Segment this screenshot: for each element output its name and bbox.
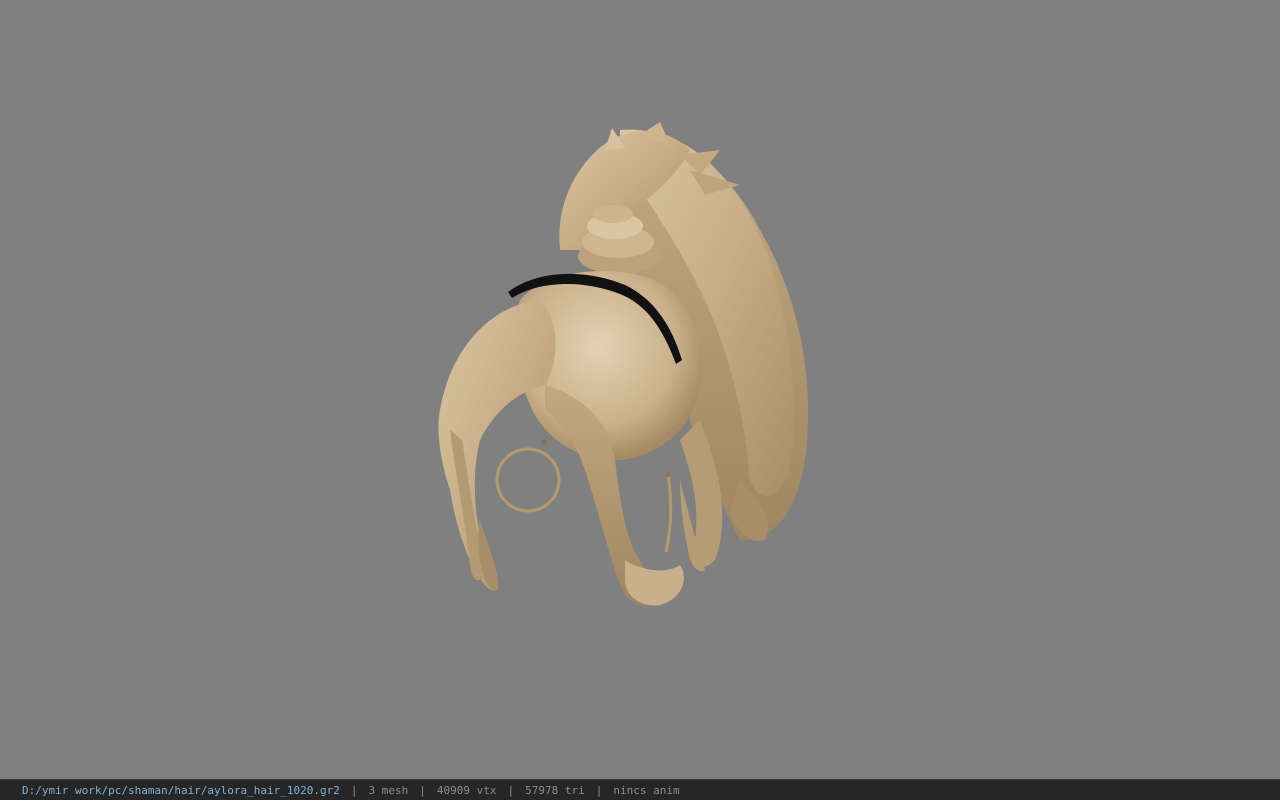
left-side-hair [438,300,556,591]
triangle-count: 57978 tri [525,783,585,797]
status-bar: D:/ymir work/pc/shaman/hair/aylora_hair_… [0,779,1280,800]
earring-right [664,472,673,553]
mesh-count: 3 mesh [368,783,409,797]
separator: | [350,783,358,797]
hair-model-render [438,122,808,606]
separator: | [419,783,426,797]
earring-left [495,447,561,513]
file-path: D:/ymir work/pc/shaman/hair/aylora_hair_… [22,783,340,797]
vertex-count: 40909 vtx [436,783,497,797]
separator: | [595,783,603,797]
animation-status: nincs anim [613,783,680,797]
3d-viewport[interactable] [0,0,1280,779]
separator: | [507,783,515,797]
